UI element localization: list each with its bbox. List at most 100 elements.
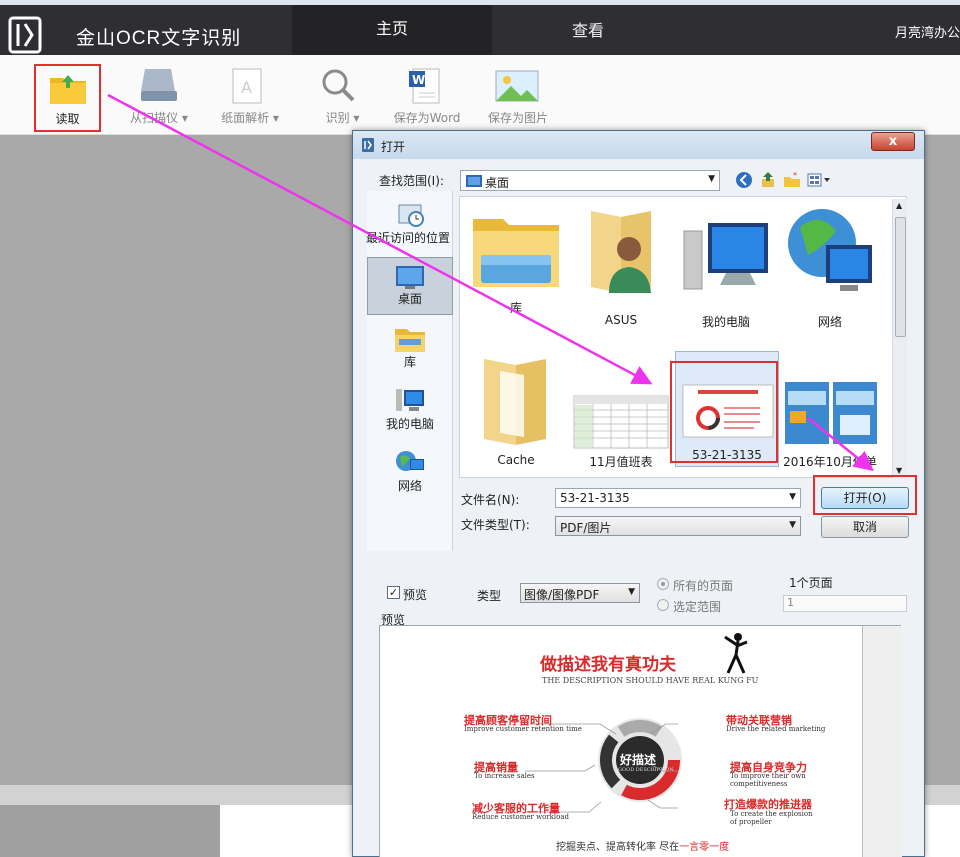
pages-count: 1个页面 (789, 576, 833, 590)
magnifier-icon (322, 69, 355, 102)
range-label: 选定范围 (673, 600, 722, 614)
user-name[interactable]: 月亮湾办公 (895, 22, 960, 41)
preview-checkbox-label: 预览 (403, 588, 428, 602)
library-folder-icon (473, 219, 559, 287)
tab-home[interactable]: 主页 (292, 5, 492, 55)
new-folder-icon[interactable]: * (783, 171, 801, 189)
workspace-right-area (925, 135, 960, 785)
svg-text:A: A (241, 78, 252, 97)
workspace-statusbar (0, 785, 352, 805)
recognize-button[interactable]: 识别 ▾ (315, 55, 370, 130)
recent-places-icon (398, 204, 424, 227)
place-library[interactable]: 库 (367, 321, 453, 379)
file-item-flyer[interactable]: 2016年10月传单 (780, 347, 880, 469)
filetype-select[interactable]: PDF/图片 ▼ (555, 516, 801, 536)
flyer-thumbnail-icon (785, 382, 877, 444)
open-file-dialog: 打开 x 查找范围(I): 桌面 ▼ * 最近访问的位置 桌面 库 我的电脑 网… (352, 130, 925, 857)
preview-footer-text: 挖掘卖点、提高转化率 尽在 (556, 842, 680, 853)
scroll-down-icon[interactable]: ▼ (896, 466, 902, 475)
place-recent[interactable]: 最近访问的位置 (366, 197, 453, 255)
preview-item-4-en: To improve their own (730, 772, 806, 780)
places-bar: 最近访问的位置 桌面 库 我的电脑 网络 (366, 191, 453, 551)
view-menu-icon[interactable] (807, 171, 833, 189)
preview-item-5-en: Reduce customer workload (472, 813, 569, 821)
save-word-label: 保存为Word (393, 111, 461, 125)
pages-range-input[interactable]: 1 (783, 595, 907, 612)
type-value: 图像/图像PDF (524, 588, 600, 602)
type-label: 类型 (477, 589, 502, 603)
filename-input[interactable]: 53-21-3135 ▼ (555, 488, 801, 508)
workspace-area (0, 135, 352, 785)
read-button[interactable]: 读取 (34, 64, 101, 132)
place-network[interactable]: 网络 (367, 445, 453, 503)
workspace-bottom-panel-right (220, 805, 354, 857)
file-label-asus: ASUS (604, 313, 638, 327)
save-word-button[interactable]: W 保存为Word (392, 55, 462, 130)
file-label-network: 网络 (817, 315, 842, 329)
library-folder-icon (395, 329, 425, 352)
preview-footer-highlight: 一言零一度 (679, 842, 730, 853)
workspace-bottom-panel (0, 805, 220, 857)
preview-footer: 挖掘卖点、提高转化率 尽在一言零一度 (556, 838, 729, 853)
all-pages-radio[interactable] (657, 578, 669, 590)
app-title: 金山OCR文字识别 (76, 28, 242, 49)
file-item-library[interactable]: 库 (466, 205, 566, 315)
chevron-down-icon: ▼ (628, 587, 635, 597)
file-item-network[interactable]: 网络 (780, 205, 880, 329)
preview-item-4-en-2: competitiveness (730, 780, 788, 788)
dialog-title: 打开 (381, 140, 406, 154)
word-doc-icon: W (409, 68, 440, 104)
place-recent-label: 最近访问的位置 (365, 231, 450, 245)
paper-icon: A (232, 68, 262, 104)
chevron-down-icon[interactable]: ▼ (789, 492, 796, 502)
file-item-computer[interactable]: 我的电脑 (676, 205, 776, 329)
lookin-value: 桌面 (485, 176, 510, 190)
svg-text:*: * (793, 171, 797, 180)
preview-item-1-en: Improve customer retention time (464, 725, 582, 733)
preview-connector-lines (525, 723, 678, 813)
chevron-down-icon: ▼ (789, 520, 796, 530)
file-item-cache[interactable]: Cache (466, 347, 566, 469)
tab-view[interactable]: 查看 (492, 5, 684, 55)
computer-icon (683, 223, 768, 290)
dialog-titlebar[interactable]: 打开 x (353, 131, 924, 159)
lookin-select[interactable]: 桌面 ▼ (460, 170, 720, 191)
type-select[interactable]: 图像/图像PDF ▼ (520, 583, 640, 603)
save-image-button[interactable]: 保存为图片 (486, 55, 550, 130)
up-folder-icon[interactable] (759, 171, 777, 189)
place-desktop-label: 桌面 (397, 292, 422, 306)
place-library-label: 库 (403, 355, 416, 369)
filetype-value: PDF/图片 (560, 521, 612, 535)
open-button[interactable]: 打开(O) (821, 487, 909, 509)
computer-icon (396, 389, 424, 411)
file-label-flyer: 2016年10月传单 (783, 455, 877, 469)
spreadsheet-thumbnail-icon (573, 395, 669, 449)
scrollbar-thumb[interactable] (895, 217, 906, 337)
preview-checkbox[interactable]: ✓ (387, 586, 400, 599)
preview-item-6-en-2: of propeller (730, 818, 772, 826)
cancel-button[interactable]: 取消 (821, 516, 909, 538)
file-list-scrollbar[interactable]: ▲ ▼ (892, 199, 907, 478)
place-computer[interactable]: 我的电脑 (367, 383, 453, 441)
save-image-label: 保存为图片 (487, 111, 548, 125)
scanner-button[interactable]: 从扫描仪 ▾ (124, 55, 194, 130)
file-item-duty-roster[interactable]: 11月值班表 (571, 347, 671, 469)
close-button[interactable]: x (871, 132, 915, 151)
preview-item-6-en: To create the explosion (730, 810, 813, 818)
file-item-asus[interactable]: ASUS (571, 205, 671, 327)
file-label-cache: Cache (497, 453, 535, 467)
paper-parse-button[interactable]: A 纸面解析 ▾ (215, 55, 285, 130)
preview-item-3-en: To increase sales (474, 772, 535, 780)
place-desktop[interactable]: 桌面 (367, 257, 453, 315)
preview-pane: 做描述我有真功夫 THE DESCRIPTION SHOULD HAVE REA… (379, 625, 902, 857)
preview-side-strip (862, 626, 902, 857)
back-icon[interactable] (735, 171, 753, 189)
paper-parse-label: 纸面解析 (221, 111, 270, 125)
recognize-label: 识别 (325, 111, 350, 125)
filename-value: 53-21-3135 (560, 491, 630, 505)
dialog-app-icon (362, 138, 374, 152)
range-radio[interactable] (657, 599, 669, 611)
read-label: 读取 (55, 112, 80, 126)
scroll-up-icon[interactable]: ▲ (896, 201, 902, 210)
folder-icon (484, 359, 546, 445)
